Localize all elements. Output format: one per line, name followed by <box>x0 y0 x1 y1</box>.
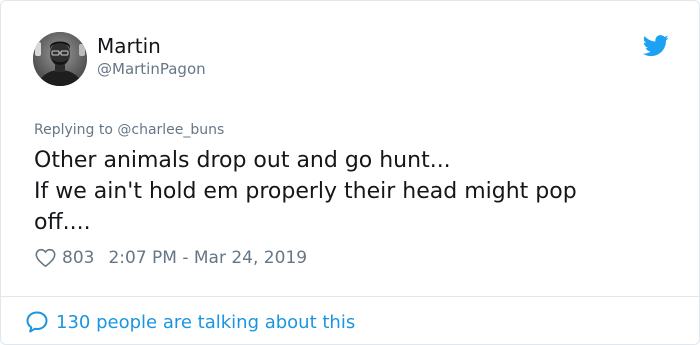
tweet-meta: 803 2:07 PM - Mar 24, 2019 <box>35 247 307 269</box>
avatar[interactable] <box>33 32 87 86</box>
tweet-text-line: off.... <box>34 210 91 235</box>
replying-to-label: Replying to <box>34 122 118 138</box>
avatar-photo <box>33 32 87 86</box>
author-display-name[interactable]: Martin <box>97 34 161 58</box>
reply-mention-link[interactable]: @charlee_buns <box>117 122 224 138</box>
conversation-link[interactable]: 130 people are talking about this <box>25 310 355 334</box>
twitter-bird-icon[interactable] <box>643 35 669 57</box>
tweet-text-line: If we ain't hold em properly their head … <box>34 179 577 204</box>
tweet-text-line: Other animals drop out and go hunt... <box>34 148 451 173</box>
tweet-card: Martin @MartinPagon Replying to @charlee… <box>0 0 700 345</box>
conversation-link-label: 130 people are talking about this <box>56 311 356 333</box>
replying-to: Replying to @charlee_buns <box>34 122 224 139</box>
tweet-timestamp[interactable]: 2:07 PM - Mar 24, 2019 <box>108 248 307 268</box>
heart-icon <box>35 248 56 268</box>
footer-divider <box>1 296 699 297</box>
like-button[interactable]: 803 <box>35 248 94 268</box>
author-handle[interactable]: @MartinPagon <box>97 60 206 78</box>
tweet-text: Other animals drop out and go hunt... If… <box>34 145 664 238</box>
like-count: 803 <box>62 248 95 268</box>
speech-bubble-icon <box>26 311 48 333</box>
